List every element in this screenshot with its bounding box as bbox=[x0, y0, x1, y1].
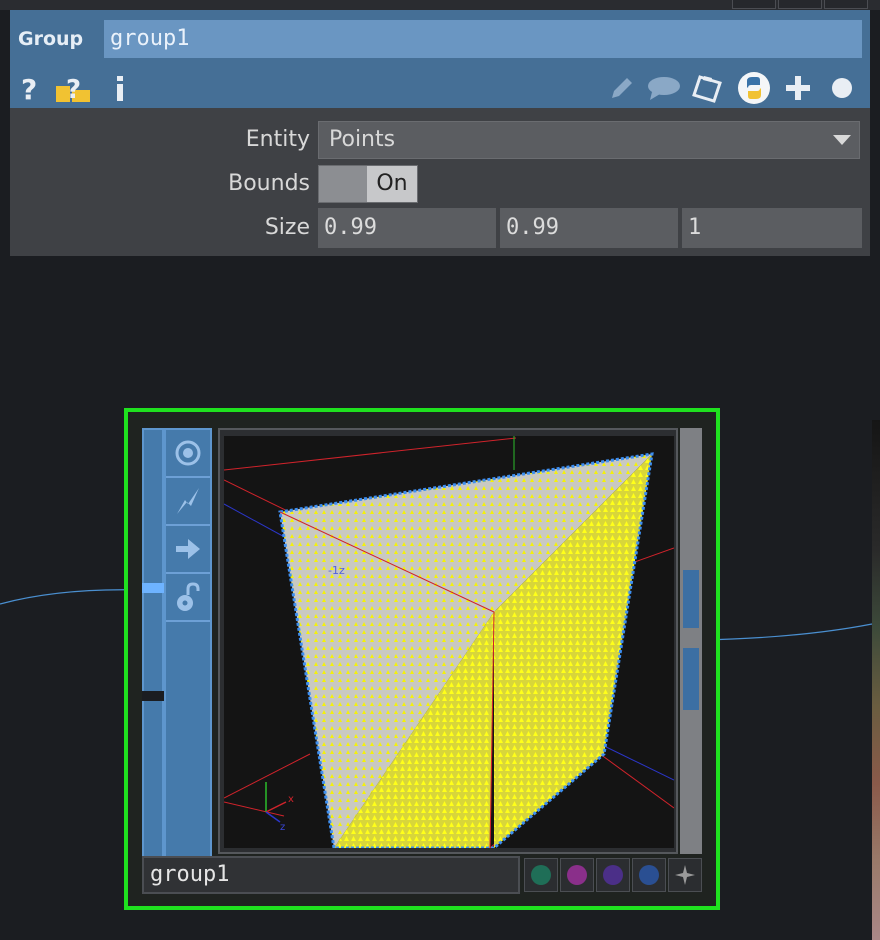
python-help-icon[interactable]: ? bbox=[54, 72, 94, 104]
chevron-down-icon bbox=[833, 135, 851, 145]
window-button[interactable] bbox=[732, 0, 776, 9]
bypass-icon[interactable] bbox=[166, 478, 210, 526]
dot-color bbox=[603, 865, 623, 885]
entity-value: Points bbox=[329, 127, 396, 152]
dot-color bbox=[567, 865, 587, 885]
bounds-row: Bounds bbox=[10, 165, 870, 203]
lock-icon[interactable] bbox=[166, 574, 210, 622]
input-connector-gap bbox=[142, 691, 164, 701]
input-wire[interactable] bbox=[0, 589, 141, 605]
size-x-field[interactable]: 0.99 bbox=[318, 208, 496, 248]
output-wire[interactable] bbox=[699, 623, 873, 641]
input-connector-bar[interactable] bbox=[142, 428, 164, 858]
output-dot[interactable] bbox=[596, 858, 630, 892]
output-connector[interactable] bbox=[683, 570, 699, 628]
dot-color bbox=[531, 865, 551, 885]
toggle-on-label: On bbox=[367, 166, 417, 202]
svg-text:?: ? bbox=[66, 75, 81, 104]
viewport-render: -1z x z bbox=[224, 436, 674, 848]
size-z-field[interactable]: 1 bbox=[682, 208, 862, 248]
group-node[interactable]: -1z x z group1 bbox=[124, 408, 720, 910]
size-label: Size bbox=[264, 215, 310, 240]
parameter-panel: Group group1 ? ? Entity Points Bounds On… bbox=[10, 10, 870, 256]
pin-icon[interactable] bbox=[668, 858, 702, 892]
bounds-toggle[interactable]: On bbox=[318, 165, 418, 203]
title-bar bbox=[0, 0, 880, 10]
background-image-edge bbox=[872, 420, 880, 940]
output-connector[interactable] bbox=[683, 648, 699, 710]
size-y-field[interactable]: 0.99 bbox=[500, 208, 678, 248]
axis-z-label: z bbox=[280, 822, 285, 833]
python-icon[interactable] bbox=[736, 72, 772, 104]
window-button[interactable] bbox=[778, 0, 822, 9]
operator-type-label: Group bbox=[18, 28, 84, 50]
svg-text:?: ? bbox=[21, 73, 37, 103]
output-connector-bar[interactable] bbox=[680, 428, 702, 854]
info-icon[interactable] bbox=[104, 72, 136, 104]
axis-x-label: x bbox=[288, 794, 294, 805]
node-flags bbox=[164, 428, 212, 858]
display-icon[interactable] bbox=[166, 526, 210, 574]
dot-color bbox=[639, 865, 659, 885]
circle-icon[interactable] bbox=[826, 72, 858, 104]
output-dot[interactable] bbox=[632, 858, 666, 892]
toggle-knob bbox=[319, 166, 367, 202]
entity-menu[interactable]: Points bbox=[318, 121, 860, 159]
bounds-label: Bounds bbox=[228, 171, 310, 196]
input-connector[interactable] bbox=[142, 583, 164, 593]
parameter-header: Group group1 ? ? bbox=[10, 10, 870, 108]
clipboard-icon[interactable] bbox=[690, 72, 726, 104]
geometry-viewer[interactable]: -1z x z bbox=[218, 428, 678, 854]
axis-label: -1z bbox=[328, 564, 345, 577]
output-dot[interactable] bbox=[560, 858, 594, 892]
plus-icon[interactable] bbox=[782, 72, 814, 104]
entity-label: Entity bbox=[245, 127, 310, 152]
output-dot[interactable] bbox=[524, 858, 558, 892]
window-button[interactable] bbox=[824, 0, 868, 9]
operator-name-field[interactable]: group1 bbox=[104, 20, 862, 58]
pencil-icon[interactable] bbox=[606, 72, 638, 104]
node-name-label[interactable]: group1 bbox=[142, 856, 520, 894]
help-icon[interactable]: ? bbox=[14, 72, 46, 104]
comment-icon[interactable] bbox=[646, 72, 682, 104]
viewer-icon[interactable] bbox=[166, 430, 210, 478]
